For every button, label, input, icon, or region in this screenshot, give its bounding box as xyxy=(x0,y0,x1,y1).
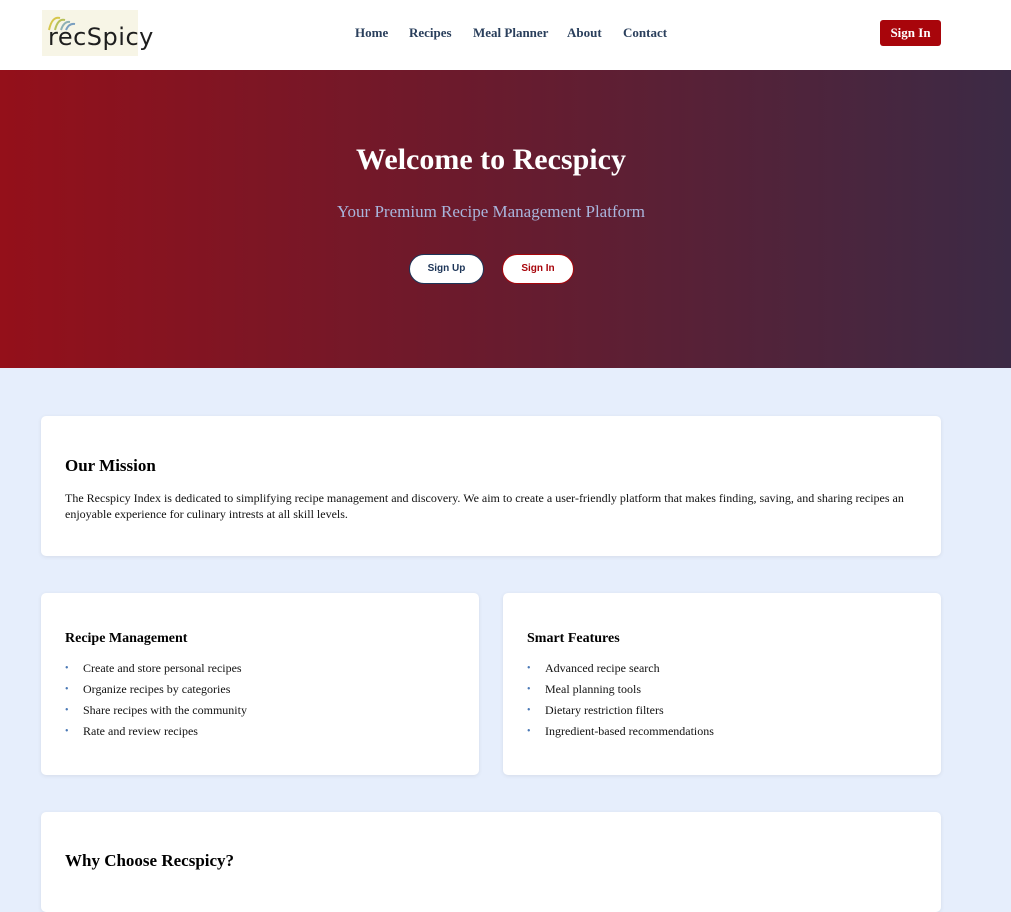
feature-item-text: Meal planning tools xyxy=(545,682,641,696)
bullet-icon: • xyxy=(527,684,531,695)
bullet-icon: • xyxy=(65,705,69,716)
feature-card-recipe-management: Recipe Management • Create and store pers… xyxy=(41,593,479,775)
hero-title: Welcome to Recspicy xyxy=(356,143,626,176)
bullet-icon: • xyxy=(527,726,531,737)
nav-recipes[interactable]: Recipes xyxy=(409,25,452,41)
feature-item-text: Create and store personal recipes xyxy=(83,661,242,675)
feature-item: • Create and store personal recipes xyxy=(65,661,247,682)
feature-title: Recipe Management xyxy=(65,631,188,646)
hero-sign-up-button[interactable]: Sign Up xyxy=(409,254,484,284)
bullet-icon: • xyxy=(65,726,69,737)
feature-card-smart-features: Smart Features • Advanced recipe search •… xyxy=(503,593,941,775)
bullet-icon: • xyxy=(65,684,69,695)
why-title: Why Choose Recspicy? xyxy=(65,851,235,870)
feature-item-text: Share recipes with the community xyxy=(83,703,247,717)
mission-title: Our Mission xyxy=(65,456,156,475)
bullet-icon: • xyxy=(65,663,69,674)
header-sign-in-button[interactable]: Sign In xyxy=(880,20,941,46)
feature-item: • Dietary restriction filters xyxy=(527,703,714,724)
logo-text: recSpicy xyxy=(48,23,154,51)
logo[interactable]: recSpicy xyxy=(42,10,153,56)
hero-section: Welcome to Recspicy Your Premium Recipe … xyxy=(0,70,1011,368)
feature-item: • Rate and review recipes xyxy=(65,724,247,745)
feature-item-text: Ingredient-based recommendations xyxy=(545,724,714,738)
feature-item: • Advanced recipe search xyxy=(527,661,714,682)
feature-item-text: Advanced recipe search xyxy=(545,661,660,675)
feature-item-text: Dietary restriction filters xyxy=(545,703,664,717)
feature-item-text: Organize recipes by categories xyxy=(83,682,231,696)
feature-title: Smart Features xyxy=(527,631,620,646)
feature-list: • Create and store personal recipes • Orga… xyxy=(65,661,247,745)
feature-list: • Advanced recipe search • Meal planning t… xyxy=(527,661,714,745)
nav-contact[interactable]: Contact xyxy=(623,25,667,41)
feature-item: • Meal planning tools xyxy=(527,682,714,703)
bullet-icon: • xyxy=(527,705,531,716)
site-header: recSpicy Home Recipes Meal Planner About… xyxy=(0,0,1011,70)
nav-about[interactable]: About xyxy=(567,25,602,41)
bullet-icon: • xyxy=(527,663,531,674)
hero-sign-in-button[interactable]: Sign In xyxy=(502,254,574,284)
feature-item: • Organize recipes by categories xyxy=(65,682,247,703)
hero-subtitle: Your Premium Recipe Management Platform xyxy=(336,202,645,221)
feature-item-text: Rate and review recipes xyxy=(83,724,198,738)
nav-meal-planner[interactable]: Meal Planner xyxy=(473,25,548,41)
mission-card: Our Mission The Recspicy Index is dedica… xyxy=(41,416,941,556)
why-card: Why Choose Recspicy? xyxy=(41,812,941,912)
nav-home[interactable]: Home xyxy=(355,25,388,41)
feature-item: • Ingredient-based recommendations xyxy=(527,724,714,745)
feature-item: • Share recipes with the community xyxy=(65,703,247,724)
mission-text: The Recspicy Index is dedicated to simpl… xyxy=(65,491,904,521)
